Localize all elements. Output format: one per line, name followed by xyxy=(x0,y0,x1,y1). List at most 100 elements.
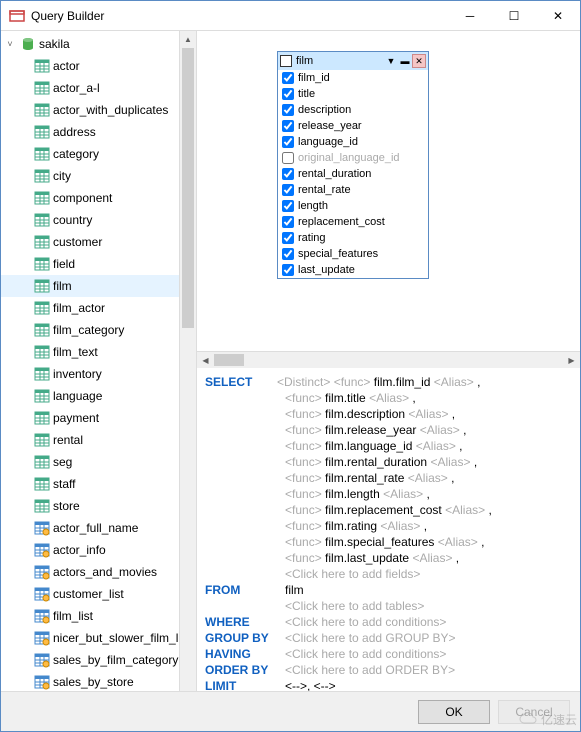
func-placeholder[interactable]: <func> xyxy=(285,551,322,565)
alias-placeholder[interactable]: <Alias> xyxy=(412,551,452,565)
tree-table-inventory[interactable]: inventory xyxy=(1,363,179,385)
field-name[interactable]: film.rental_duration xyxy=(325,455,427,469)
add-having-placeholder[interactable]: <Click here to add conditions> xyxy=(285,646,446,662)
tree-table-payment[interactable]: payment xyxy=(1,407,179,429)
tree-table-seg[interactable]: seg xyxy=(1,451,179,473)
tree-table-field[interactable]: field xyxy=(1,253,179,275)
column-row-release_year[interactable]: release_year xyxy=(278,118,428,134)
alias-placeholder[interactable]: <Alias> xyxy=(416,439,456,453)
table-select-all-checkbox[interactable] xyxy=(280,55,292,67)
column-checkbox[interactable] xyxy=(282,72,294,84)
table-panel-film[interactable]: film ▼ ▬ ✕ film_idtitledescriptionreleas… xyxy=(277,51,429,279)
func-placeholder[interactable]: <func> xyxy=(285,471,322,485)
from-table[interactable]: film xyxy=(285,582,304,598)
query-canvas[interactable]: film ▼ ▬ ✕ film_idtitledescriptionreleas… xyxy=(197,31,580,351)
column-checkbox[interactable] xyxy=(282,200,294,212)
database-tree[interactable]: ˅sakilaactoractor_a-lactor_with_duplicat… xyxy=(1,31,179,691)
tree-table-actor_info[interactable]: actor_info xyxy=(1,539,179,561)
field-name[interactable]: film.language_id xyxy=(325,439,412,453)
column-checkbox[interactable] xyxy=(282,88,294,100)
scroll-up-icon[interactable]: ▲ xyxy=(180,31,196,48)
func-placeholder[interactable]: <func> xyxy=(285,503,322,517)
tree-table-rental[interactable]: rental xyxy=(1,429,179,451)
collapse-icon[interactable]: ˅ xyxy=(3,37,17,51)
field-name[interactable]: film.length xyxy=(325,487,380,501)
field-name[interactable]: film.special_features xyxy=(325,535,434,549)
close-button[interactable]: ✕ xyxy=(536,1,580,30)
column-checkbox[interactable] xyxy=(282,232,294,244)
table-panel-header[interactable]: film ▼ ▬ ✕ xyxy=(278,52,428,70)
field-name[interactable]: film.rental_rate xyxy=(325,471,404,485)
minimize-panel-icon[interactable]: ▬ xyxy=(398,54,412,68)
alias-placeholder[interactable]: <Alias> xyxy=(420,423,460,437)
tree-table-film_actor[interactable]: film_actor xyxy=(1,297,179,319)
alias-placeholder[interactable]: <Alias> xyxy=(408,471,448,485)
close-panel-icon[interactable]: ✕ xyxy=(412,54,426,68)
tree-table-film_text[interactable]: film_text xyxy=(1,341,179,363)
alias-placeholder[interactable]: <Alias> xyxy=(383,487,423,501)
ok-button[interactable]: OK xyxy=(418,700,490,724)
column-checkbox[interactable] xyxy=(282,264,294,276)
column-row-last_update[interactable]: last_update xyxy=(278,262,428,278)
add-groupby-placeholder[interactable]: <Click here to add GROUP BY> xyxy=(285,630,456,646)
column-checkbox[interactable] xyxy=(282,184,294,196)
field-name[interactable]: film.rating xyxy=(325,519,377,533)
tree-table-store[interactable]: store xyxy=(1,495,179,517)
column-row-film_id[interactable]: film_id xyxy=(278,70,428,86)
tree-table-sales_by_store[interactable]: sales_by_store xyxy=(1,671,179,691)
alias-placeholder[interactable]: <Alias> xyxy=(369,391,409,405)
canvas-scroll-left-icon[interactable]: ◀ xyxy=(197,352,214,368)
canvas-horizontal-scrollbar[interactable]: ◀ ▶ xyxy=(197,351,580,368)
column-checkbox[interactable] xyxy=(282,120,294,132)
column-checkbox[interactable] xyxy=(282,152,294,164)
add-fields-placeholder[interactable]: <Click here to add fields> xyxy=(285,567,420,581)
tree-database-sakila[interactable]: ˅sakila xyxy=(1,33,179,55)
tree-table-language[interactable]: language xyxy=(1,385,179,407)
canvas-hscroll-thumb[interactable] xyxy=(214,354,244,366)
func-placeholder[interactable]: <func> xyxy=(285,407,322,421)
add-orderby-placeholder[interactable]: <Click here to add ORDER BY> xyxy=(285,662,455,678)
tree-table-film_category[interactable]: film_category xyxy=(1,319,179,341)
tree-table-actor_full_name[interactable]: actor_full_name xyxy=(1,517,179,539)
func-placeholder[interactable]: <func> xyxy=(285,391,322,405)
tree-table-category[interactable]: category xyxy=(1,143,179,165)
column-row-special_features[interactable]: special_features xyxy=(278,246,428,262)
column-checkbox[interactable] xyxy=(282,248,294,260)
add-tables-placeholder[interactable]: <Click here to add tables> xyxy=(285,599,424,613)
sql-editor[interactable]: SELECT<Distinct> <func> film.film_id <Al… xyxy=(197,368,580,691)
minimize-button[interactable]: ─ xyxy=(448,1,492,30)
tree-table-address[interactable]: address xyxy=(1,121,179,143)
tree-table-customer_list[interactable]: customer_list xyxy=(1,583,179,605)
column-row-rental_duration[interactable]: rental_duration xyxy=(278,166,428,182)
column-row-length[interactable]: length xyxy=(278,198,428,214)
tree-table-city[interactable]: city xyxy=(1,165,179,187)
tree-table-film[interactable]: film xyxy=(1,275,179,297)
column-checkbox[interactable] xyxy=(282,104,294,116)
field-name[interactable]: film.film_id xyxy=(374,375,431,389)
tree-table-actors_and_movies[interactable]: actors_and_movies xyxy=(1,561,179,583)
tree-table-country[interactable]: country xyxy=(1,209,179,231)
tree-table-component[interactable]: component xyxy=(1,187,179,209)
column-row-replacement_cost[interactable]: replacement_cost xyxy=(278,214,428,230)
column-row-language_id[interactable]: language_id xyxy=(278,134,428,150)
alias-placeholder[interactable]: <Alias> xyxy=(408,407,448,421)
sidebar-vertical-scrollbar[interactable]: ▲ ▼ xyxy=(179,31,196,691)
alias-placeholder[interactable]: <Alias> xyxy=(380,519,420,533)
alias-placeholder[interactable]: <Alias> xyxy=(438,535,478,549)
func-placeholder[interactable]: <func> xyxy=(285,439,322,453)
tree-table-actor_a-l[interactable]: actor_a-l xyxy=(1,77,179,99)
field-name[interactable]: film.title xyxy=(325,391,366,405)
column-row-original_language_id[interactable]: original_language_id xyxy=(278,150,428,166)
field-name[interactable]: film.description xyxy=(325,407,405,421)
tree-table-sales_by_film_category[interactable]: sales_by_film_category xyxy=(1,649,179,671)
func-placeholder[interactable]: <func> xyxy=(285,487,322,501)
add-conditions-placeholder[interactable]: <Click here to add conditions> xyxy=(285,614,446,630)
column-row-rating[interactable]: rating xyxy=(278,230,428,246)
column-row-title[interactable]: title xyxy=(278,86,428,102)
alias-placeholder[interactable]: <Alias> xyxy=(430,455,470,469)
distinct-placeholder[interactable]: <Distinct> xyxy=(277,375,330,389)
field-name[interactable]: film.replacement_cost xyxy=(325,503,442,517)
dropdown-icon[interactable]: ▼ xyxy=(384,54,398,68)
field-name[interactable]: film.last_update xyxy=(325,551,409,565)
column-checkbox[interactable] xyxy=(282,136,294,148)
